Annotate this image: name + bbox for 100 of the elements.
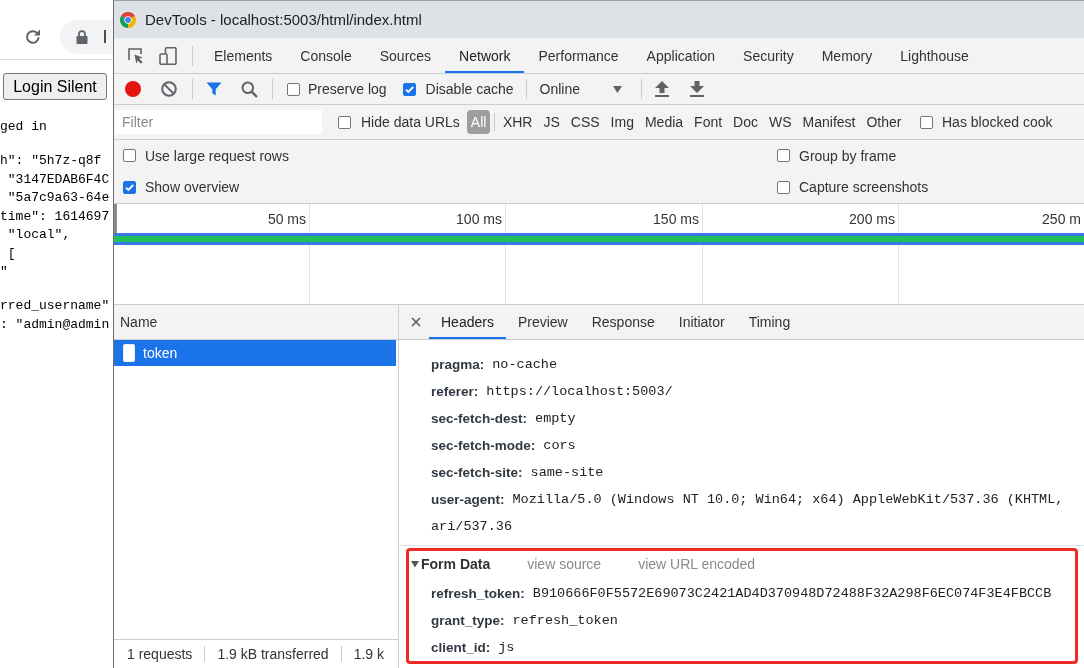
filter-icon[interactable] bbox=[206, 81, 222, 97]
type-filter-button[interactable]: Doc bbox=[727, 110, 764, 134]
time-tick-label: 250 m bbox=[1042, 210, 1081, 227]
field-name: refresh_token: bbox=[431, 586, 525, 601]
reload-icon[interactable] bbox=[24, 27, 42, 46]
json-line: " bbox=[0, 263, 9, 281]
address-field[interactable]: l bbox=[60, 19, 113, 54]
panel-tab[interactable]: Performance bbox=[524, 38, 633, 73]
checkbox[interactable] bbox=[287, 82, 300, 96]
checkbox-label[interactable]: Hide data URLs bbox=[361, 114, 460, 130]
json-line: rred_username" bbox=[0, 297, 111, 315]
panel-tab[interactable]: Memory bbox=[807, 38, 887, 73]
throttling-select[interactable]: Online bbox=[539, 81, 622, 97]
checkbox-label[interactable]: Has blocked cook bbox=[942, 114, 1053, 130]
header-value: ari/537.36 bbox=[431, 519, 512, 534]
time-tick-label: 100 ms bbox=[456, 210, 502, 227]
search-icon[interactable] bbox=[241, 80, 258, 98]
record-icon[interactable] bbox=[125, 81, 141, 97]
checkbox-label[interactable]: Group by frame bbox=[799, 147, 897, 164]
field-name: client_id: bbox=[431, 640, 491, 655]
header-name: user-agent: bbox=[431, 492, 505, 507]
app-logo-icon bbox=[120, 11, 136, 28]
checkbox[interactable] bbox=[123, 149, 136, 163]
upload-icon[interactable] bbox=[655, 81, 669, 97]
checkbox-label[interactable]: Show overview bbox=[145, 179, 240, 196]
json-line: [ bbox=[6, 244, 17, 263]
header-value: cors bbox=[543, 438, 576, 453]
panel-tab[interactable]: Security bbox=[729, 38, 808, 73]
caret-icon[interactable] bbox=[411, 560, 419, 568]
overview-handle[interactable] bbox=[114, 204, 117, 233]
type-filter-button[interactable]: Other bbox=[861, 110, 907, 134]
checkbox[interactable] bbox=[338, 115, 351, 129]
json-line: h": "5h7z-q8f bbox=[0, 152, 103, 170]
phone-tablet-icon[interactable] bbox=[158, 45, 178, 66]
field-value: B910666F0F5572E69073C2421AD4D370948D72488F32A298F6EC074F3E4FBCCB bbox=[532, 586, 1052, 601]
lock-icon bbox=[76, 29, 88, 44]
json-line: "5a7c9a63-64e bbox=[6, 189, 111, 207]
view-toggle-link[interactable]: view URL encoded bbox=[638, 556, 756, 572]
header-value: no-cache bbox=[492, 357, 558, 372]
panel-tab[interactable]: Elements bbox=[200, 38, 287, 73]
checkbox-label[interactable]: Use large request rows bbox=[145, 147, 289, 164]
header-value: same-site bbox=[530, 465, 604, 480]
page-text: ged in bbox=[0, 118, 48, 136]
json-line: "3147EDAB6F4C bbox=[6, 170, 111, 189]
panel-tab[interactable]: Console bbox=[286, 38, 366, 73]
detail-tab[interactable]: Timing bbox=[736, 305, 803, 339]
header-name: sec-fetch-dest: bbox=[431, 411, 528, 426]
json-line: : "admin@admin bbox=[0, 315, 111, 334]
checkbox-label[interactable]: Preserve log bbox=[308, 81, 387, 97]
checkbox[interactable] bbox=[920, 115, 933, 129]
field-name: grant_type: bbox=[431, 613, 505, 628]
status-text: 1.9 kB transferred bbox=[217, 646, 329, 662]
header-value: Mozilla/5.0 (Windows NT 10.0; Win64; x64) AppleWebKit/537.36 (KHTML, bbox=[512, 492, 1064, 507]
json-line: "local", bbox=[6, 226, 72, 244]
checkbox[interactable] bbox=[777, 180, 790, 194]
checkbox[interactable] bbox=[402, 82, 416, 96]
caret-icon bbox=[613, 85, 622, 93]
header-value: empty bbox=[535, 411, 576, 426]
request-row[interactable]: token bbox=[114, 340, 396, 366]
type-filter-button[interactable]: Img bbox=[605, 110, 640, 134]
document-icon bbox=[123, 344, 135, 362]
header-name: sec-fetch-mode: bbox=[431, 438, 536, 453]
header-name: sec-fetch-site: bbox=[431, 465, 523, 480]
type-filter-button[interactable]: Manifest bbox=[797, 110, 861, 134]
type-filter-button[interactable]: JS bbox=[537, 110, 566, 134]
column-header[interactable]: Name bbox=[114, 305, 398, 340]
time-tick-label: 200 ms bbox=[849, 210, 895, 227]
detail-tab[interactable]: Initiator bbox=[666, 305, 737, 339]
header-name: pragma: bbox=[431, 357, 485, 372]
type-filter-button[interactable]: XHR bbox=[497, 110, 538, 134]
panel-tab[interactable]: Sources bbox=[365, 38, 446, 73]
type-filter-button[interactable]: Font bbox=[688, 110, 728, 134]
panel-tab[interactable]: Application bbox=[632, 38, 730, 73]
checkbox[interactable] bbox=[123, 180, 136, 194]
view-toggle-link[interactable]: view source bbox=[527, 556, 602, 572]
checkbox-label[interactable]: Capture screenshots bbox=[799, 179, 929, 196]
filter-input[interactable]: Filter bbox=[115, 110, 322, 134]
checkbox[interactable] bbox=[777, 149, 790, 163]
status-text: 1 requests bbox=[127, 646, 193, 662]
download-icon[interactable] bbox=[690, 81, 704, 97]
type-filter-button[interactable]: WS bbox=[763, 110, 798, 134]
field-value: refresh_token bbox=[512, 613, 618, 628]
type-filter-button[interactable]: CSS bbox=[565, 110, 606, 134]
close-icon[interactable] bbox=[411, 317, 421, 327]
type-filter-button[interactable]: Media bbox=[639, 110, 689, 134]
json-line: time": 1614697 bbox=[0, 207, 111, 226]
panel-tab[interactable]: Lighthouse bbox=[886, 38, 983, 73]
detail-tab[interactable]: Response bbox=[579, 305, 667, 339]
time-tick-label: 150 ms bbox=[653, 210, 699, 227]
clear-icon[interactable] bbox=[161, 81, 177, 97]
field-value: js bbox=[498, 640, 515, 655]
checkbox-label[interactable]: Disable cache bbox=[425, 81, 514, 97]
header-value: https://localhost:5003/ bbox=[486, 384, 673, 399]
time-tick-label: 50 ms bbox=[267, 210, 306, 227]
request-name: token bbox=[143, 345, 178, 361]
detail-tab[interactable]: Preview bbox=[505, 305, 580, 339]
section-title[interactable]: Form Data bbox=[421, 556, 491, 572]
detail-tab[interactable]: Headers bbox=[429, 305, 506, 339]
login-button[interactable]: Login Silent bbox=[3, 73, 107, 100]
window-title: DevTools - localhost:5003/html/index.html bbox=[145, 11, 422, 28]
